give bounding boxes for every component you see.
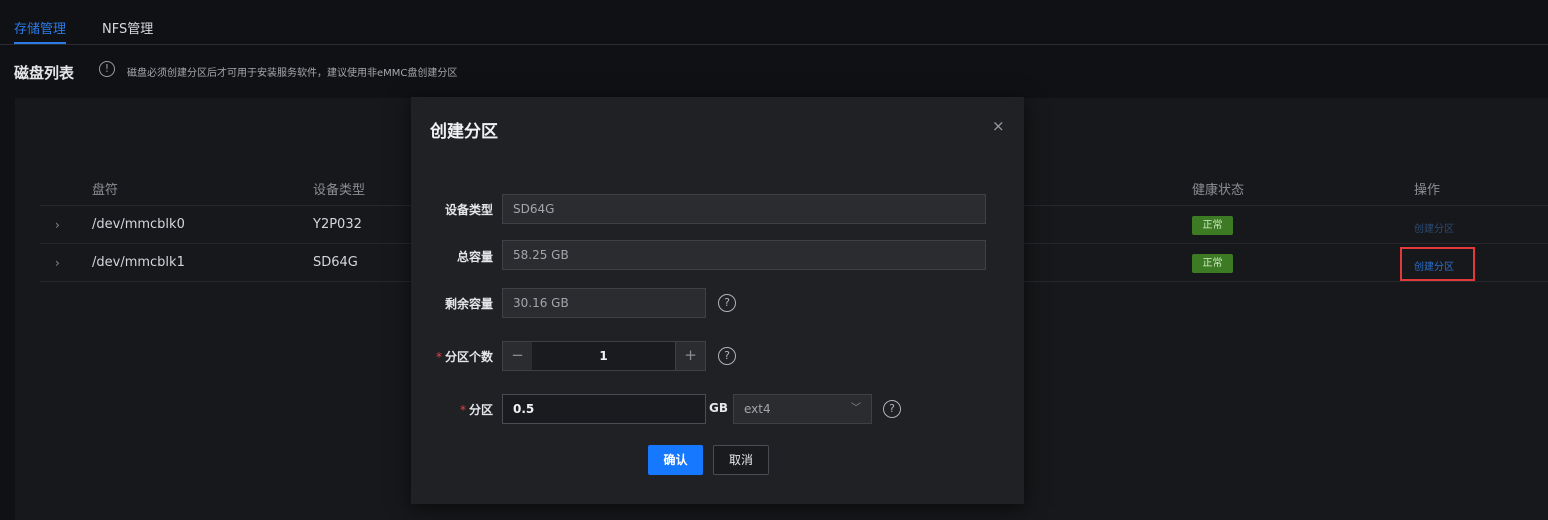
row-device: /dev/mmcblk0 [92,217,185,232]
close-icon[interactable]: × [992,117,1005,135]
create-partition-link[interactable]: 创建分区 [1414,220,1454,235]
partition-label: * 分区 [411,401,493,418]
modal-title: 创建分区 [430,122,498,142]
info-icon: ! [99,61,115,77]
partition-label-text: 分区 [468,403,493,417]
device-type-field: SD64G [502,194,986,224]
row-device: /dev/mmcblk1 [92,255,185,270]
device-type-label: 设备类型 [444,203,493,217]
partition-count-text: 分区个数 [444,350,493,364]
remaining-capacity-label: 剩余容量 [444,297,493,311]
highlight-box [1400,247,1475,281]
chevron-down-icon: ﹀ [851,403,861,414]
increment-button[interactable]: + [675,341,706,371]
required-mark: * [435,350,442,364]
help-icon[interactable]: ? [718,347,736,365]
decrement-button[interactable]: − [502,341,533,371]
col-action: 操作 [1414,183,1441,198]
col-health: 健康状态 [1192,183,1245,198]
disk-list-title: 磁盘列表 [14,64,75,82]
expand-row-icon[interactable]: › [55,256,60,270]
help-icon[interactable]: ? [883,400,901,418]
partition-size-input[interactable]: 0.5 [502,394,706,424]
disk-notice: 磁盘必须创建分区后才可用于安装服务软件，建议使用非eMMC盘创建分区 [127,68,458,79]
partition-unit: GB [709,401,728,415]
total-capacity-label: 总容量 [456,250,493,264]
row-type: SD64G [313,255,358,270]
partition-count-label: * 分区个数 [411,348,493,365]
tab-nfs[interactable]: NFS管理 [102,18,153,37]
status-badge: 正常 [1192,254,1233,273]
filesystem-select[interactable]: ext4 ﹀ [733,394,872,424]
cancel-button[interactable]: 取消 [713,445,769,475]
status-badge: 正常 [1192,216,1233,235]
partition-count-input[interactable]: 1 [532,341,675,371]
expand-row-icon[interactable]: › [55,218,60,232]
filesystem-value: ext4 [744,402,771,416]
tab-storage[interactable]: 存储管理 [14,18,66,37]
create-partition-modal: 创建分区 × 设备类型 SD64G 总容量 58.25 GB 剩余容量 30.1… [411,97,1024,504]
active-tab-indicator [14,42,66,44]
total-capacity-field: 58.25 GB [502,240,986,270]
confirm-button[interactable]: 确认 [648,445,703,475]
col-device-type: 设备类型 [313,183,366,198]
remaining-capacity-field: 30.16 GB [502,288,706,318]
top-tabs: 存储管理 NFS管理 [0,0,1548,45]
help-icon[interactable]: ? [718,294,736,312]
required-mark: * [459,403,466,417]
col-drive: 盘符 [92,183,119,198]
row-type: Y2P032 [313,217,362,232]
